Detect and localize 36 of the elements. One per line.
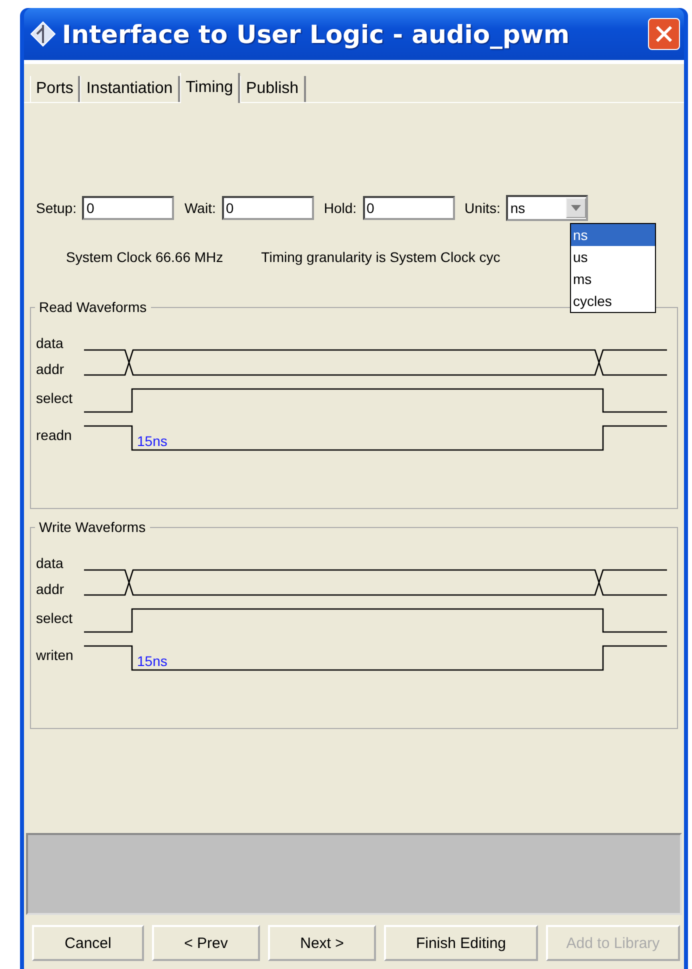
field-label: Units: (464, 200, 500, 216)
signal-label: readn (36, 427, 72, 443)
signal-label: addr (36, 581, 64, 597)
signal-label: writen (36, 647, 74, 663)
tab[interactable]: Instantiation (80, 76, 180, 102)
signal-label: data (36, 555, 64, 571)
input-field[interactable]: 0 (362, 196, 455, 220)
window-title: Interface to User Logic - audio_pwm (62, 20, 571, 48)
signal-label: addr (36, 361, 64, 377)
input-field[interactable]: 0 (82, 196, 174, 220)
dialog-button[interactable]: < Prev (152, 925, 260, 961)
dialog-button[interactable]: Finish Editing (384, 925, 538, 961)
delay-label: 15ns (137, 433, 168, 449)
signal-label: select (36, 390, 73, 406)
diamond-icon (30, 21, 56, 47)
input-field[interactable]: 0 (222, 196, 314, 220)
info-text: Timing granularity is System Clock cyc (261, 249, 500, 267)
close-icon (654, 24, 674, 44)
delay-label: 15ns (137, 653, 168, 669)
tab[interactable]: Ports (30, 76, 80, 102)
field-label: Setup: (36, 200, 76, 216)
units-dropdown[interactable]: ns (506, 195, 588, 221)
caret-icon (571, 205, 582, 211)
info-text: System Clock 66.66 MHz (66, 249, 224, 267)
dialog-button[interactable]: Cancel (32, 925, 144, 961)
tab[interactable]: Publish (240, 76, 306, 102)
panel-title: Read Waveforms (38, 299, 148, 315)
tab[interactable]: Timing (180, 73, 240, 103)
signal-label: select (36, 610, 73, 626)
field-label: Wait: (184, 200, 216, 216)
dropdown-option[interactable]: ns (571, 224, 655, 246)
close-button[interactable] (648, 18, 680, 50)
panel-title: Write Waveforms (38, 519, 147, 535)
field-label: Hold: (324, 200, 357, 216)
signal-label: data (36, 335, 64, 351)
dialog-button[interactable]: Next > (268, 925, 376, 961)
